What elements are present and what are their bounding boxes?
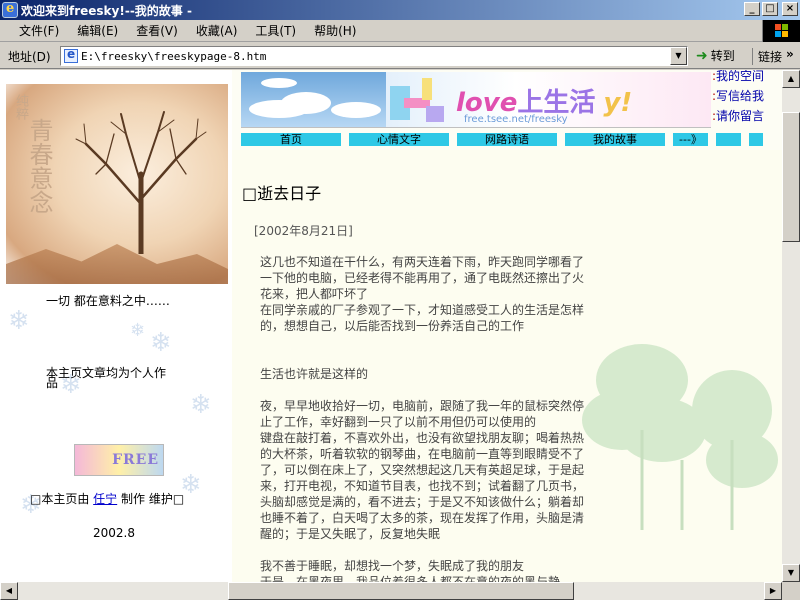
nav-next[interactable]: ---》 (673, 133, 708, 146)
snowflake-icon: ❄ (150, 328, 172, 358)
go-label: 转到 (710, 49, 735, 63)
article-line: 这几也不知道在干什么，有两天连着下雨，昨天跑同学哪看了 (260, 255, 585, 269)
article-line: 来，打开电视，不知道节目表，也找不到；试着翻了几页书， (260, 479, 585, 493)
article-line: 止了工作，幸好翻到一只了以前不用但仍可以使用的 (260, 415, 537, 429)
article-title: □逝去日子 (242, 184, 322, 203)
nav-extra-1[interactable] (716, 133, 741, 146)
article-line: 了，可以倒在床上了，又突然想起这几天有英超足球，于是起 (260, 463, 585, 477)
go-arrow-icon: ➜ (696, 47, 708, 64)
article-line: 一下他的电脑，已经老得不能再用了，通了电既然还擦出了火 (260, 271, 585, 285)
horizontal-scrollbar[interactable]: ◀ ▶ (0, 582, 782, 600)
header-banner: love上生活 y! free.tsee.net/freesky (241, 72, 711, 128)
go-button[interactable]: ➜ 转到 (696, 47, 735, 64)
article-line: 我不善于睡眠，却想找一个梦，失眠成了我的朋友 (260, 559, 525, 573)
address-input[interactable] (81, 48, 661, 64)
article-line: 生活也许就是这样的 (260, 367, 369, 381)
address-label: 地址(D) (8, 50, 51, 64)
article-line: 的大杯茶，听着软软的钢琴曲，在电脑前一直等到眼睛受不了 (260, 447, 585, 461)
nav-poetry[interactable]: 网路诗语 (457, 133, 557, 146)
credit-prefix: □本主页由 (30, 492, 90, 506)
menu-help[interactable]: 帮助(H) (305, 23, 365, 39)
banner-title: 青春意念 (25, 118, 53, 214)
sidebar-line2: 本主页文章均为个人作 (46, 366, 167, 380)
menu-view[interactable]: 查看(V) (127, 23, 187, 39)
menu-edit[interactable]: 编辑(E) (68, 23, 127, 39)
vertical-scrollbar[interactable]: ▲ ▼ (782, 70, 800, 582)
credit-line: □本主页由 任宁 制作 维护□ (30, 490, 184, 507)
love-logo: love上生活 y! free.tsee.net/freesky (386, 72, 711, 127)
article-line: 夜，早早地收拾好一切，电脑前，跟随了我一年的鼠标突然停 (260, 399, 585, 413)
menu-tools[interactable]: 工具(T) (246, 23, 305, 39)
article-line: 在同学亲戚的厂子参观了一下，才知道感受工人的生活是怎样 (260, 303, 585, 317)
links-chevron-icon[interactable]: » (786, 47, 794, 61)
article-date: [2002年8月21日] (254, 224, 353, 238)
article-line: 也睡不着了，白天喝了太多的茶，现在发挥了作用，头脑是清 (260, 511, 585, 525)
window-controls: _ □ × (742, 2, 798, 16)
credit-suffix: 制作 维护□ (121, 492, 185, 506)
article-line: 醒的；于是又失眠了，反复地失眠 (260, 527, 441, 541)
sidebar: ❄ ❄ ❄ ❄ ❄ ❄ ❄ 纯粹 青春意念 一切 都在意料之中…… 本主页文章均… (0, 70, 232, 582)
address-dropdown-icon[interactable]: ▼ (670, 47, 687, 65)
menu-file[interactable]: 文件(F) (10, 23, 68, 39)
address-bar: 地址(D) ▼ ➜ 转到 链接 » (0, 43, 800, 69)
snowflake-icon: ❄ (8, 306, 30, 336)
nav-home[interactable]: 首页 (241, 133, 341, 146)
sidebar-banner: 纯粹 青春意念 (6, 84, 228, 284)
article-line: 键盘在敲打着，不喜欢外出，也没有欲望找朋友聊；喝着热热 (260, 431, 585, 445)
close-button[interactable]: × (782, 2, 798, 16)
page-viewport: ❄ ❄ ❄ ❄ ❄ ❄ ❄ 纯粹 青春意念 一切 都在意料之中…… 本主页文章均… (0, 70, 782, 582)
article-line: 头脑却感觉是满的，看不进去；于是又不知该做什么；躺着却 (260, 495, 585, 509)
article: □逝去日子 [2002年8月21日] 这几也不知道在干什么，有两天连着下雨，昨天… (232, 150, 782, 582)
main-nav: 首页 心情文字 网路诗语 我的故事 ---》 (241, 133, 771, 147)
snowflake-icon: ❄ (130, 320, 146, 341)
banner-small-text: 纯粹 (13, 94, 28, 120)
side-links: :我的空间 :写信给我 :请你留言 (712, 70, 764, 126)
free-logo-text: FREE (112, 452, 159, 468)
vertical-scroll-thumb[interactable] (782, 112, 800, 242)
site-url: free.tsee.net/freesky (464, 114, 568, 125)
side-link-space[interactable]: :我的空间 (712, 70, 764, 86)
side-link-guestbook[interactable]: :请你留言 (712, 106, 764, 126)
minimize-button[interactable]: _ (744, 2, 760, 16)
scroll-left-icon[interactable]: ◀ (0, 582, 18, 600)
window-title: 欢迎来到freesky!--我的故事 - (21, 3, 192, 18)
address-field[interactable]: ▼ (60, 46, 688, 66)
nav-extra-2[interactable] (749, 133, 763, 146)
horizontal-scroll-thumb[interactable] (228, 582, 574, 600)
windows-logo-icon (762, 20, 800, 42)
nav-story[interactable]: 我的故事 (565, 133, 665, 146)
scroll-corner (782, 582, 800, 600)
page-icon (64, 47, 78, 63)
snowflake-icon: ❄ (190, 390, 212, 420)
scroll-up-icon[interactable]: ▲ (782, 70, 800, 88)
author-link[interactable]: 任宁 (93, 492, 117, 506)
article-line: 于是，在黑夜里，我品位着很多人都不在意的夜的黑与静 (260, 575, 561, 582)
trees-background (582, 344, 778, 530)
sidebar-line1: 一切 都在意料之中…… (46, 294, 170, 308)
article-line: 的，想想自己，以后能否找到一份养活自己的工作 (260, 319, 525, 333)
tree-icon (75, 111, 207, 254)
menu-bar: 文件(F) 编辑(E) 查看(V) 收藏(A) 工具(T) 帮助(H) (0, 20, 800, 42)
scroll-down-icon[interactable]: ▼ (782, 564, 800, 582)
maximize-button[interactable]: □ (762, 2, 778, 16)
links-button[interactable]: 链接 (752, 48, 782, 65)
nav-mood[interactable]: 心情文字 (349, 133, 449, 146)
free-logo[interactable]: FREE (74, 444, 164, 476)
article-line: 花来，把人都吓坏了 (260, 287, 369, 301)
sky-image (241, 72, 386, 127)
side-link-mail[interactable]: :写信给我 (712, 86, 764, 106)
title-bar: 欢迎来到freesky!--我的故事 - _ □ × (0, 0, 800, 20)
menu-favorites[interactable]: 收藏(A) (187, 23, 247, 39)
sidebar-line2b: 品 (46, 376, 59, 390)
scroll-right-icon[interactable]: ▶ (764, 582, 782, 600)
sidebar-year: 2002.8 (93, 526, 135, 540)
ie-icon (2, 1, 18, 18)
